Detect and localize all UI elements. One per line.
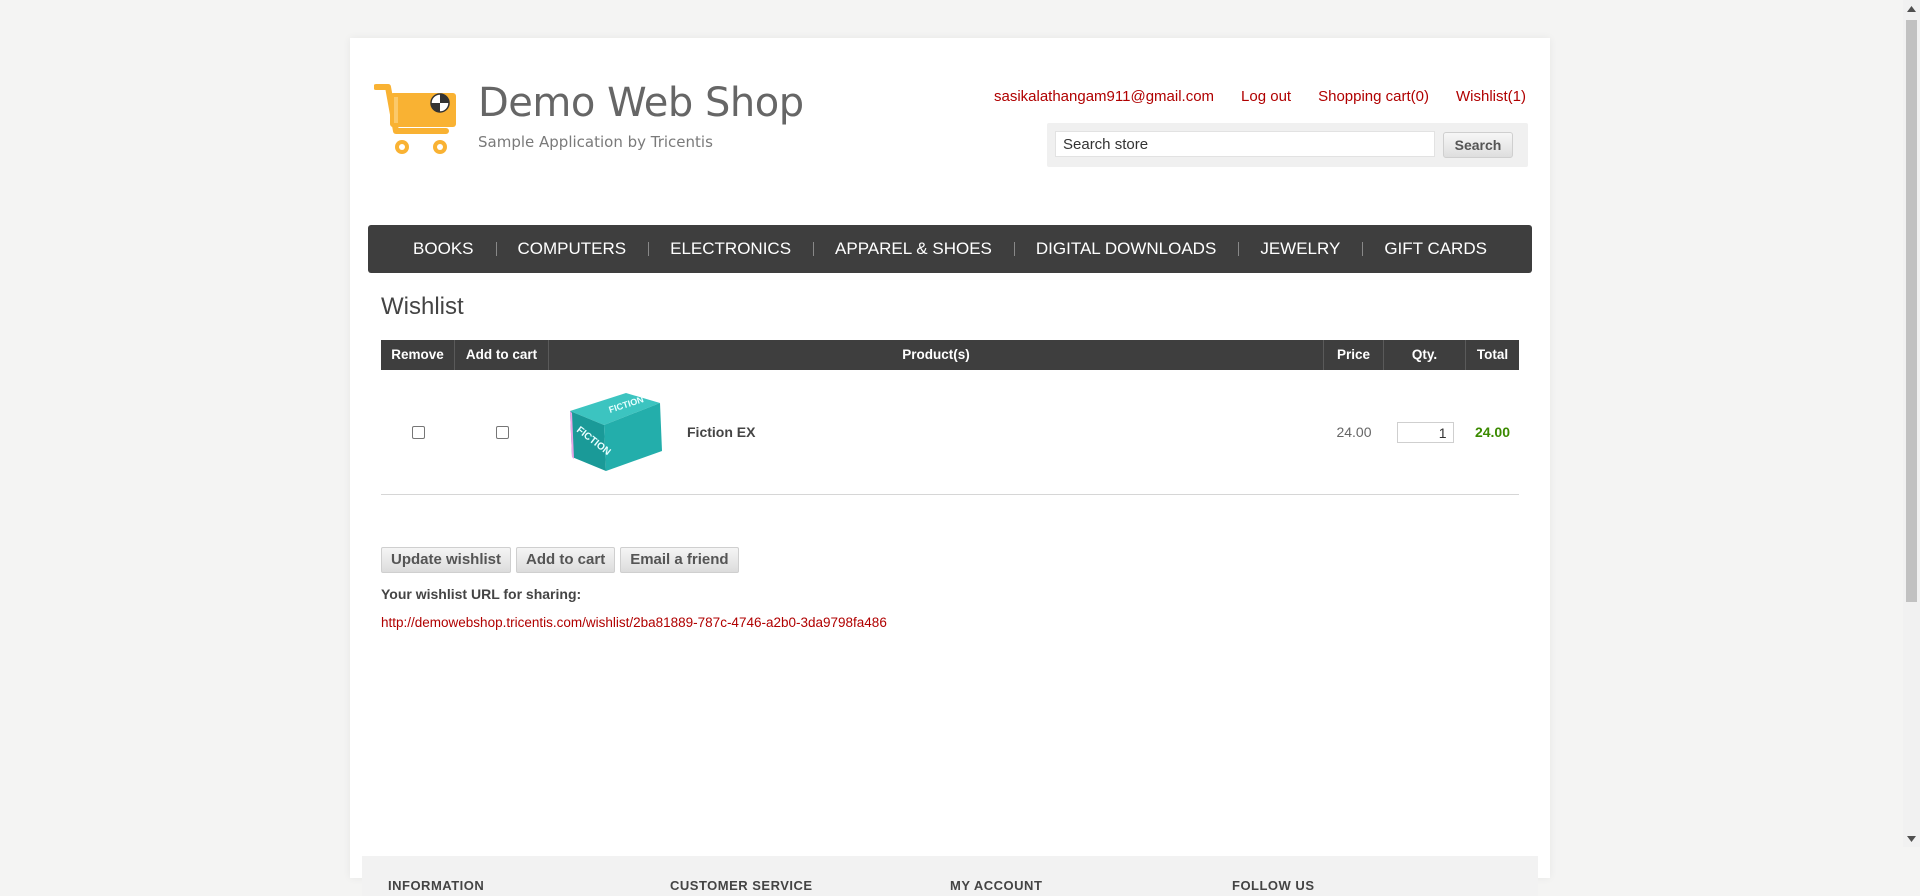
header-remove: Remove [381, 340, 455, 370]
scroll-down-arrow-icon[interactable] [1903, 830, 1920, 847]
shopping-cart-link[interactable]: Shopping cart(0) [1318, 88, 1429, 105]
nav-item-computers[interactable]: COMPUTERS [495, 239, 649, 259]
update-wishlist-button[interactable]: Update wishlist [381, 547, 512, 573]
table-row: FICTION FICTION Fiction EX 24.00 1 24.00 [381, 370, 1519, 495]
product-name-link[interactable]: Fiction EX [687, 424, 755, 440]
shopping-cart-logo-icon [374, 84, 456, 154]
header-total: Total [1476, 347, 1509, 362]
product-image[interactable]: FICTION FICTION [566, 391, 662, 473]
nav-item-books[interactable]: BOOKS [391, 239, 495, 259]
product-price: 24.00 [1336, 424, 1372, 440]
top-menu: BOOKS COMPUTERS ELECTRONICS APPAREL & SH… [368, 225, 1532, 273]
account-link[interactable]: sasikalathangam911@gmail.com [994, 88, 1214, 105]
share-url-link[interactable]: http://demowebshop.tricentis.com/wishlis… [381, 615, 887, 630]
logout-link[interactable]: Log out [1241, 88, 1291, 105]
header-qty: Qty. [1384, 340, 1466, 370]
search-input[interactable]: Search store [1055, 131, 1435, 157]
vertical-scrollbar[interactable] [1903, 0, 1920, 847]
footer-customer-service-heading: CUSTOMER SERVICE [670, 878, 813, 893]
header-add-to-cart: Add to cart [455, 340, 549, 370]
table-header: Remove Add to cart Product(s) Price Qty.… [381, 340, 1519, 370]
remove-checkbox[interactable] [411, 425, 425, 439]
footer-information-heading: INFORMATION [388, 878, 485, 893]
header-products: Product(s) [549, 340, 1324, 370]
quantity-input[interactable]: 1 [1396, 421, 1454, 443]
add-to-cart-checkbox[interactable] [495, 425, 509, 439]
footer-follow-us-heading: FOLLOW US [1232, 878, 1315, 893]
email-a-friend-button[interactable]: Email a friend [620, 547, 739, 573]
search-box: Search store Search [1047, 123, 1528, 167]
scroll-up-arrow-icon[interactable] [1903, 0, 1920, 17]
nav-item-jewelry[interactable]: JEWELRY [1238, 239, 1362, 259]
nav-item-digital-downloads[interactable]: DIGITAL DOWNLOADS [1013, 239, 1238, 259]
nav-item-apparel-shoes[interactable]: APPAREL & SHOES [813, 239, 1014, 259]
wishlist-buttons: Update wishlist Add to cart Email a frie… [381, 547, 739, 573]
nav-item-gift-cards[interactable]: GIFT CARDS [1362, 239, 1509, 259]
scrollbar-thumb[interactable] [1906, 20, 1917, 602]
share-url-label: Your wishlist URL for sharing: [381, 586, 582, 602]
header-links: sasikalathangam911@gmail.com Log out Sho… [994, 88, 1526, 105]
product-total: 24.00 [1474, 424, 1511, 440]
wishlist-link[interactable]: Wishlist(1) [1456, 88, 1526, 105]
page-title: Wishlist [381, 293, 464, 320]
logo-title: Demo Web Shop [478, 80, 804, 126]
nav-item-electronics[interactable]: ELECTRONICS [648, 239, 813, 259]
page-container: Demo Web Shop Sample Application by Tric… [350, 38, 1550, 896]
footer: INFORMATION CUSTOMER SERVICE MY ACCOUNT … [362, 856, 1538, 896]
logo-subtitle: Sample Application by Tricentis [478, 133, 713, 151]
search-button[interactable]: Search [1443, 132, 1513, 158]
logo[interactable]: Demo Web Shop Sample Application by Tric… [374, 83, 804, 158]
header-price: Price [1324, 340, 1384, 370]
wishlist-table: Remove Add to cart Product(s) Price Qty.… [381, 340, 1519, 495]
footer-my-account-heading: MY ACCOUNT [950, 878, 1043, 893]
add-to-cart-button[interactable]: Add to cart [516, 547, 616, 573]
